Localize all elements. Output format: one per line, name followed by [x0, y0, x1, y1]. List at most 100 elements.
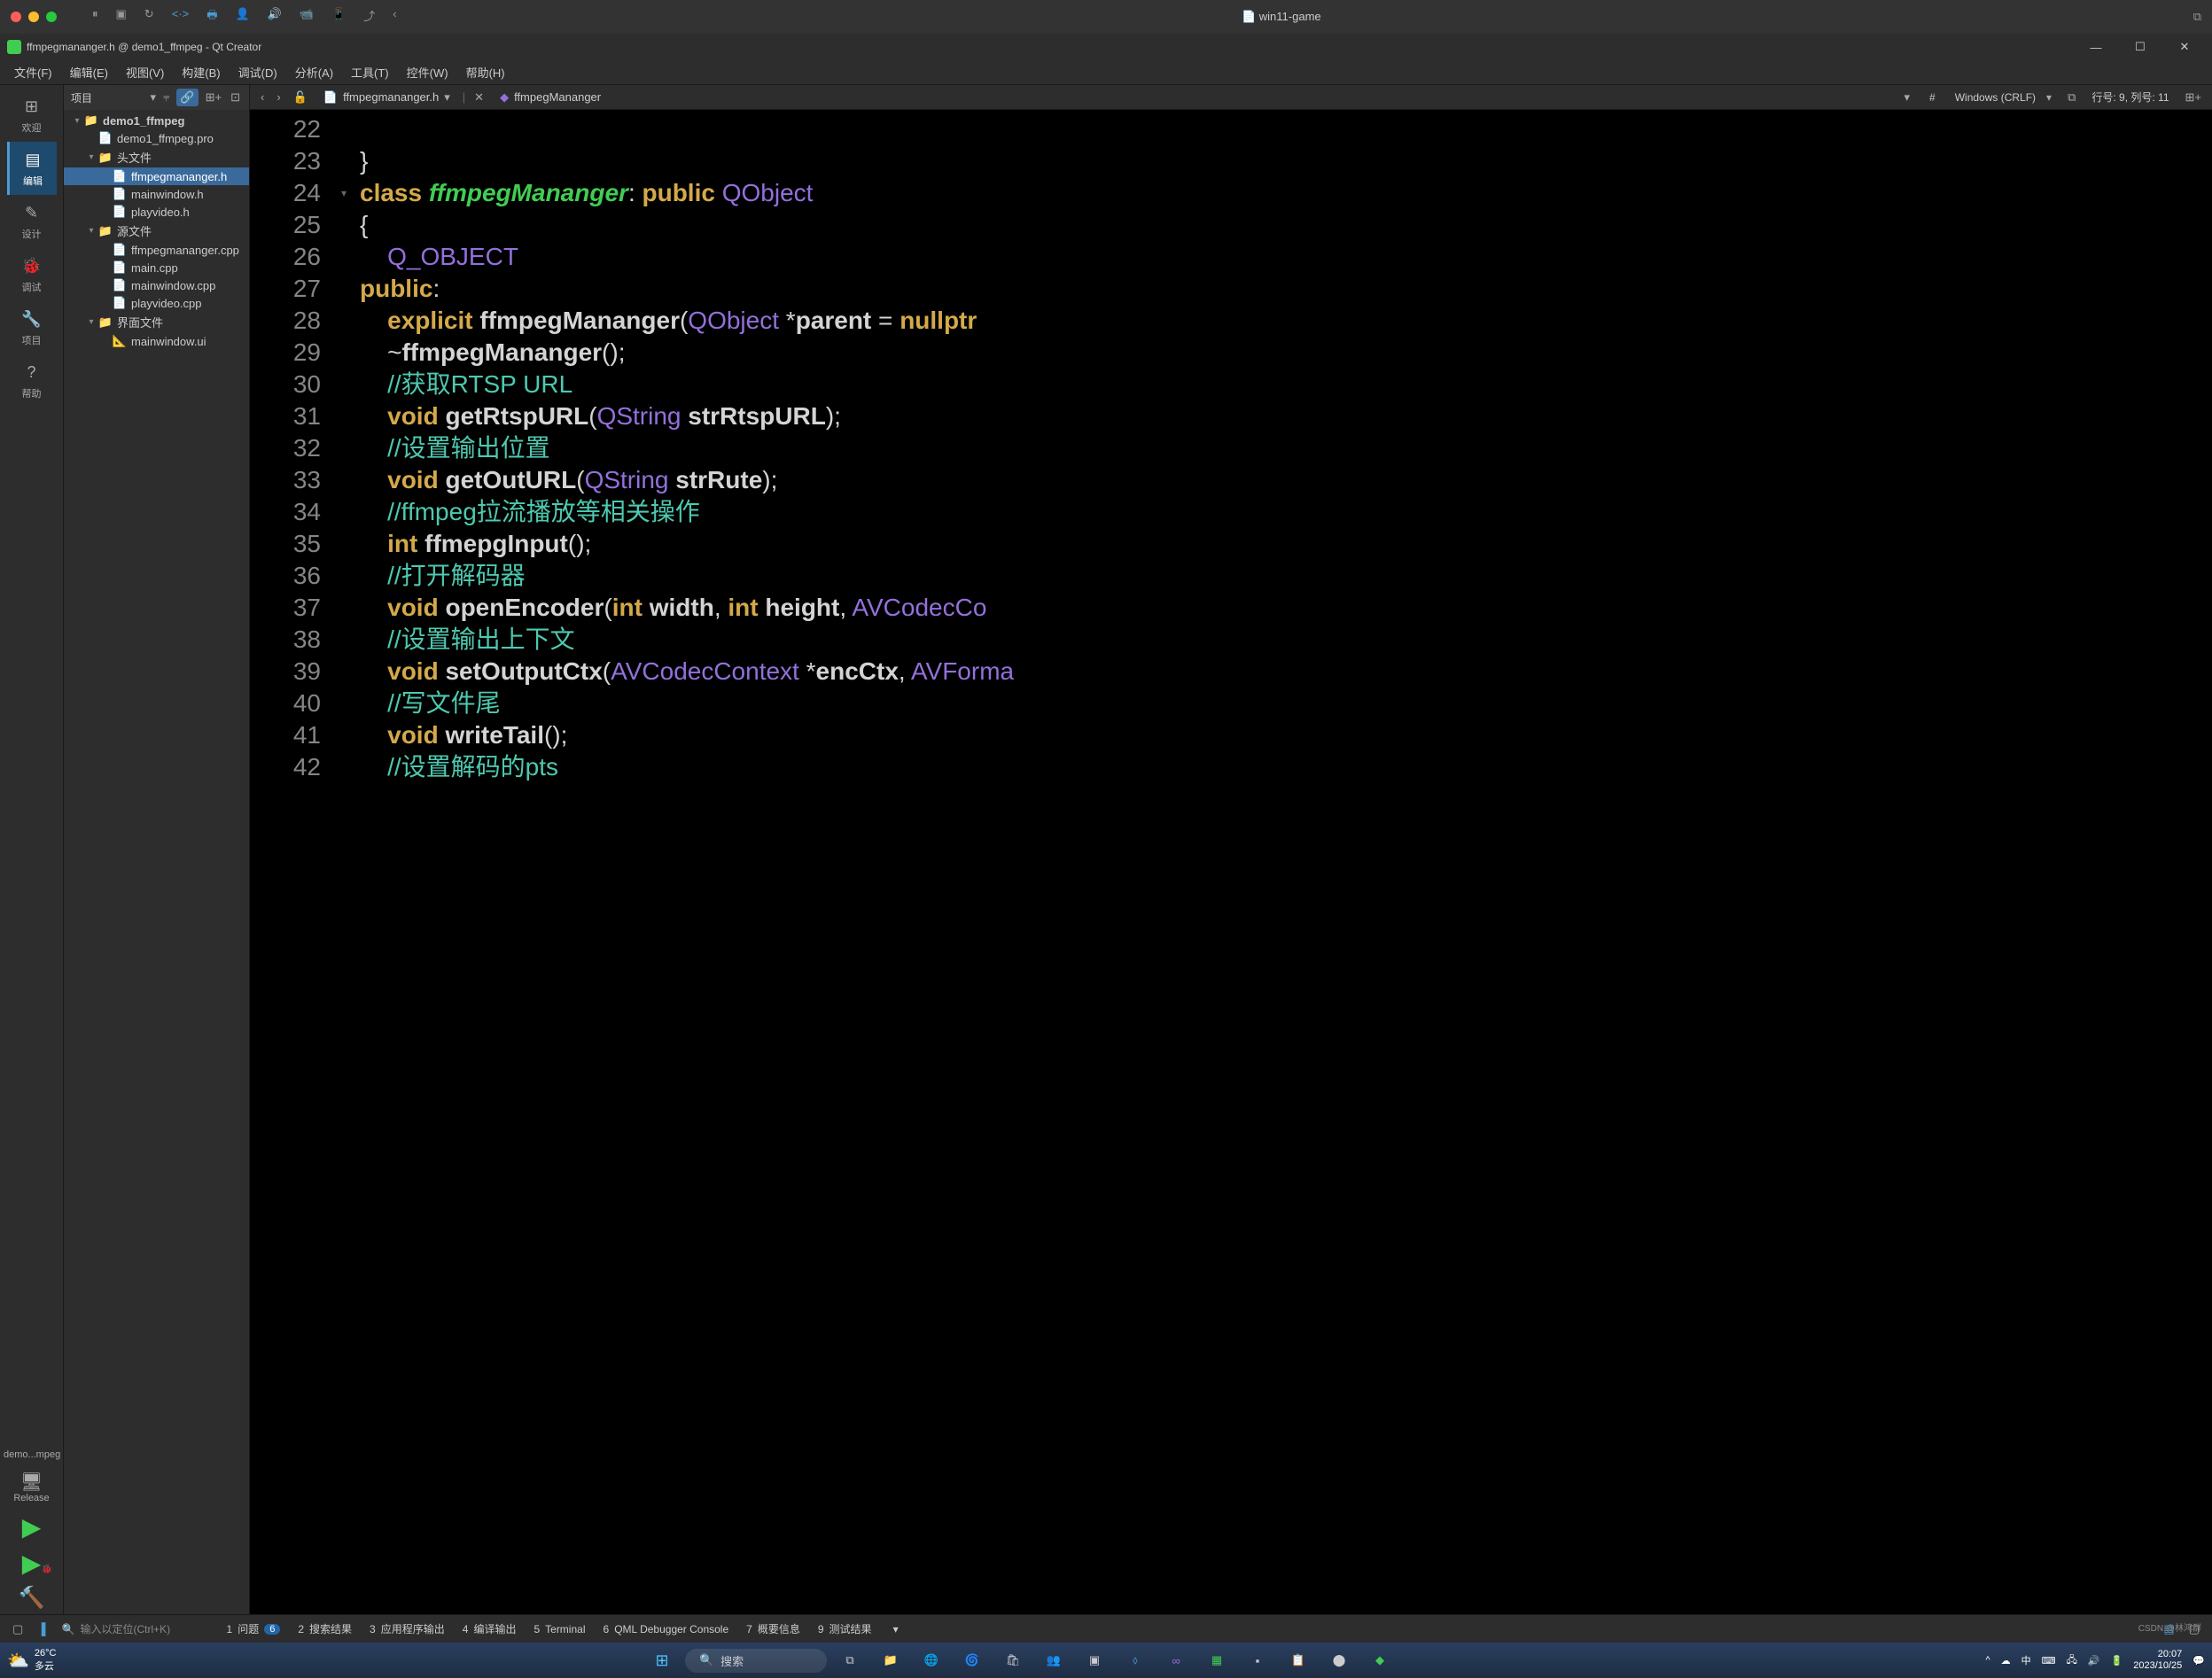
code-line[interactable]: int ffmepgInput();: [360, 528, 2205, 560]
code-content[interactable]: }class ffmpegMananger: public QObject{ Q…: [353, 110, 2212, 1614]
close-window-icon[interactable]: [11, 12, 21, 22]
maximize-window-icon[interactable]: [46, 12, 57, 22]
export-icon[interactable]: ⤴: [363, 7, 375, 27]
taskbar-search[interactable]: 🔍 搜索: [685, 1649, 827, 1673]
battery-icon[interactable]: 🔋: [2111, 1655, 2123, 1666]
menu-item[interactable]: 编辑(E): [63, 62, 115, 82]
tree-item[interactable]: 📄ffmpegmananger.h: [64, 167, 249, 185]
notifications-icon[interactable]: 💬: [2193, 1655, 2205, 1666]
record-icon[interactable]: ▣: [116, 7, 127, 27]
code-editor[interactable]: 2223242526272829303132333435363738394041…: [250, 110, 2212, 1614]
output-tab[interactable]: 1 问题 6: [218, 1618, 290, 1640]
output-tab[interactable]: 3 应用程序输出: [361, 1618, 454, 1640]
expand-icon[interactable]: ▾: [85, 226, 97, 236]
split-icon[interactable]: ⊞+: [2182, 90, 2205, 105]
code-line[interactable]: public:: [360, 273, 2205, 305]
link-icon[interactable]: 🔗: [176, 89, 198, 106]
kit-selector[interactable]: 🖥 Release: [0, 1465, 63, 1509]
encoding-selector[interactable]: Windows (CRLF)▾: [1948, 91, 2059, 104]
code-line[interactable]: //设置解码的pts: [360, 751, 2205, 783]
code-line[interactable]: class ffmpegMananger: public QObject: [360, 177, 2205, 209]
rail-mode-编辑[interactable]: ▤编辑: [7, 142, 57, 195]
tree-item[interactable]: ▾📁demo1_ffmpeg: [64, 112, 249, 129]
vscode-icon[interactable]: ⬨: [1118, 1646, 1153, 1674]
expand-icon[interactable]: ▾: [85, 152, 97, 162]
code-line[interactable]: ~ffmpegMananger();: [360, 337, 2205, 369]
start-button[interactable]: ⊞: [644, 1646, 680, 1674]
tree-item[interactable]: ▾📁头文件: [64, 147, 249, 167]
menu-item[interactable]: 帮助(H): [459, 62, 512, 82]
app-icon[interactable]: 📋: [1281, 1646, 1316, 1674]
target-selector[interactable]: demo...mpeg: [0, 1444, 63, 1465]
code-line[interactable]: [360, 113, 2205, 145]
excel-icon[interactable]: ▦: [1199, 1646, 1235, 1674]
video-icon[interactable]: 📹: [300, 7, 314, 27]
code-line[interactable]: //设置输出位置: [360, 432, 2205, 464]
menu-item[interactable]: 构建(B): [175, 62, 227, 82]
rail-mode-帮助[interactable]: ?帮助: [7, 354, 57, 408]
debug-run-button[interactable]: ▶: [0, 1545, 63, 1581]
close-button[interactable]: ✕: [2164, 34, 2205, 60]
tree-item[interactable]: ▾📁源文件: [64, 221, 249, 241]
print-icon[interactable]: 🖶: [206, 7, 217, 27]
output-tab[interactable]: 6 QML Debugger Console: [595, 1618, 738, 1640]
panel-toggle-icon[interactable]: ▐: [32, 1622, 51, 1635]
code-line[interactable]: void getOutURL(QString strRute);: [360, 464, 2205, 496]
code-line[interactable]: //ffmpeg拉流播放等相关操作: [360, 496, 2205, 528]
tree-item[interactable]: 📄mainwindow.h: [64, 185, 249, 203]
lock-icon[interactable]: 🔓: [290, 90, 311, 105]
output-tab[interactable]: 5 Terminal: [525, 1618, 594, 1640]
volume-icon[interactable]: 🔊: [268, 7, 282, 27]
panel-icon[interactable]: ⧉: [2193, 10, 2201, 24]
clock[interactable]: 20:07 2023/10/25: [2133, 1649, 2182, 1672]
add-split-icon[interactable]: ⊞+: [204, 90, 223, 105]
build-button[interactable]: 🔨: [0, 1581, 63, 1614]
rail-mode-欢迎[interactable]: ⊞欢迎: [7, 89, 57, 142]
tree-item[interactable]: 📄playvideo.cpp: [64, 294, 249, 312]
code-line[interactable]: void openEncoder(int width, int height, …: [360, 592, 2205, 624]
output-tab[interactable]: 2 搜索结果: [289, 1618, 361, 1640]
output-tab[interactable]: 9 测试结果: [809, 1618, 881, 1640]
explorer-icon[interactable]: 📁: [873, 1646, 908, 1674]
powershell-icon[interactable]: ▣: [1077, 1646, 1112, 1674]
output-tab[interactable]: 7 概要信息: [737, 1618, 809, 1640]
link-source-icon[interactable]: ⧉: [2064, 90, 2079, 105]
dropdown-icon[interactable]: ▾: [151, 90, 157, 105]
network-icon[interactable]: 🖧: [2067, 1652, 2077, 1669]
rail-mode-调试[interactable]: 🐞调试: [7, 248, 57, 301]
code-icon[interactable]: <·>: [172, 7, 190, 27]
nav-forward-icon[interactable]: ›: [273, 90, 284, 104]
code-line[interactable]: //获取RTSP URL: [360, 369, 2205, 400]
rail-mode-项目[interactable]: 🔧项目: [7, 301, 57, 354]
task-view-icon[interactable]: ⧉: [832, 1646, 868, 1674]
onedrive-icon[interactable]: ☁: [2001, 1655, 2011, 1666]
teams-icon[interactable]: 👥: [1036, 1646, 1071, 1674]
phone-icon[interactable]: 📱: [331, 7, 346, 27]
file-dropdown[interactable]: 📄 ffmpegmananger.h ▾: [316, 89, 457, 106]
ime-indicator[interactable]: 中: [2021, 1653, 2031, 1667]
more-tabs-icon[interactable]: ▾: [884, 1620, 907, 1639]
tree-item[interactable]: 📄main.cpp: [64, 259, 249, 276]
code-line[interactable]: void setOutputCtx(AVCodecContext *encCtx…: [360, 656, 2205, 688]
close-split-icon[interactable]: ⊡: [229, 90, 242, 105]
code-line[interactable]: }: [360, 145, 2205, 177]
code-line[interactable]: //写文件尾: [360, 688, 2205, 719]
terminal-icon[interactable]: ▪: [1240, 1646, 1275, 1674]
tree-item[interactable]: 📐mainwindow.ui: [64, 332, 249, 350]
code-line[interactable]: {: [360, 209, 2205, 241]
fold-marker[interactable]: ▾: [335, 177, 353, 209]
run-button[interactable]: ▶: [0, 1509, 63, 1545]
refresh-icon[interactable]: ↻: [144, 7, 154, 27]
minimize-button[interactable]: —: [2076, 34, 2116, 60]
qt-creator-icon[interactable]: ◆: [1362, 1646, 1398, 1674]
menu-item[interactable]: 视图(V): [119, 62, 171, 82]
pause-icon[interactable]: ⏸: [92, 7, 98, 27]
code-line[interactable]: void getRtspURL(QString strRtspURL);: [360, 400, 2205, 432]
code-line[interactable]: //设置输出上下文: [360, 624, 2205, 656]
menu-item[interactable]: 调试(D): [231, 62, 284, 82]
tree-item[interactable]: 📄demo1_ffmpeg.pro: [64, 129, 249, 147]
edge-icon[interactable]: 🌀: [954, 1646, 990, 1674]
ime-mode[interactable]: ⌨: [2042, 1655, 2056, 1666]
tree-item[interactable]: ▾📁界面文件: [64, 312, 249, 332]
minimize-window-icon[interactable]: [28, 12, 39, 22]
